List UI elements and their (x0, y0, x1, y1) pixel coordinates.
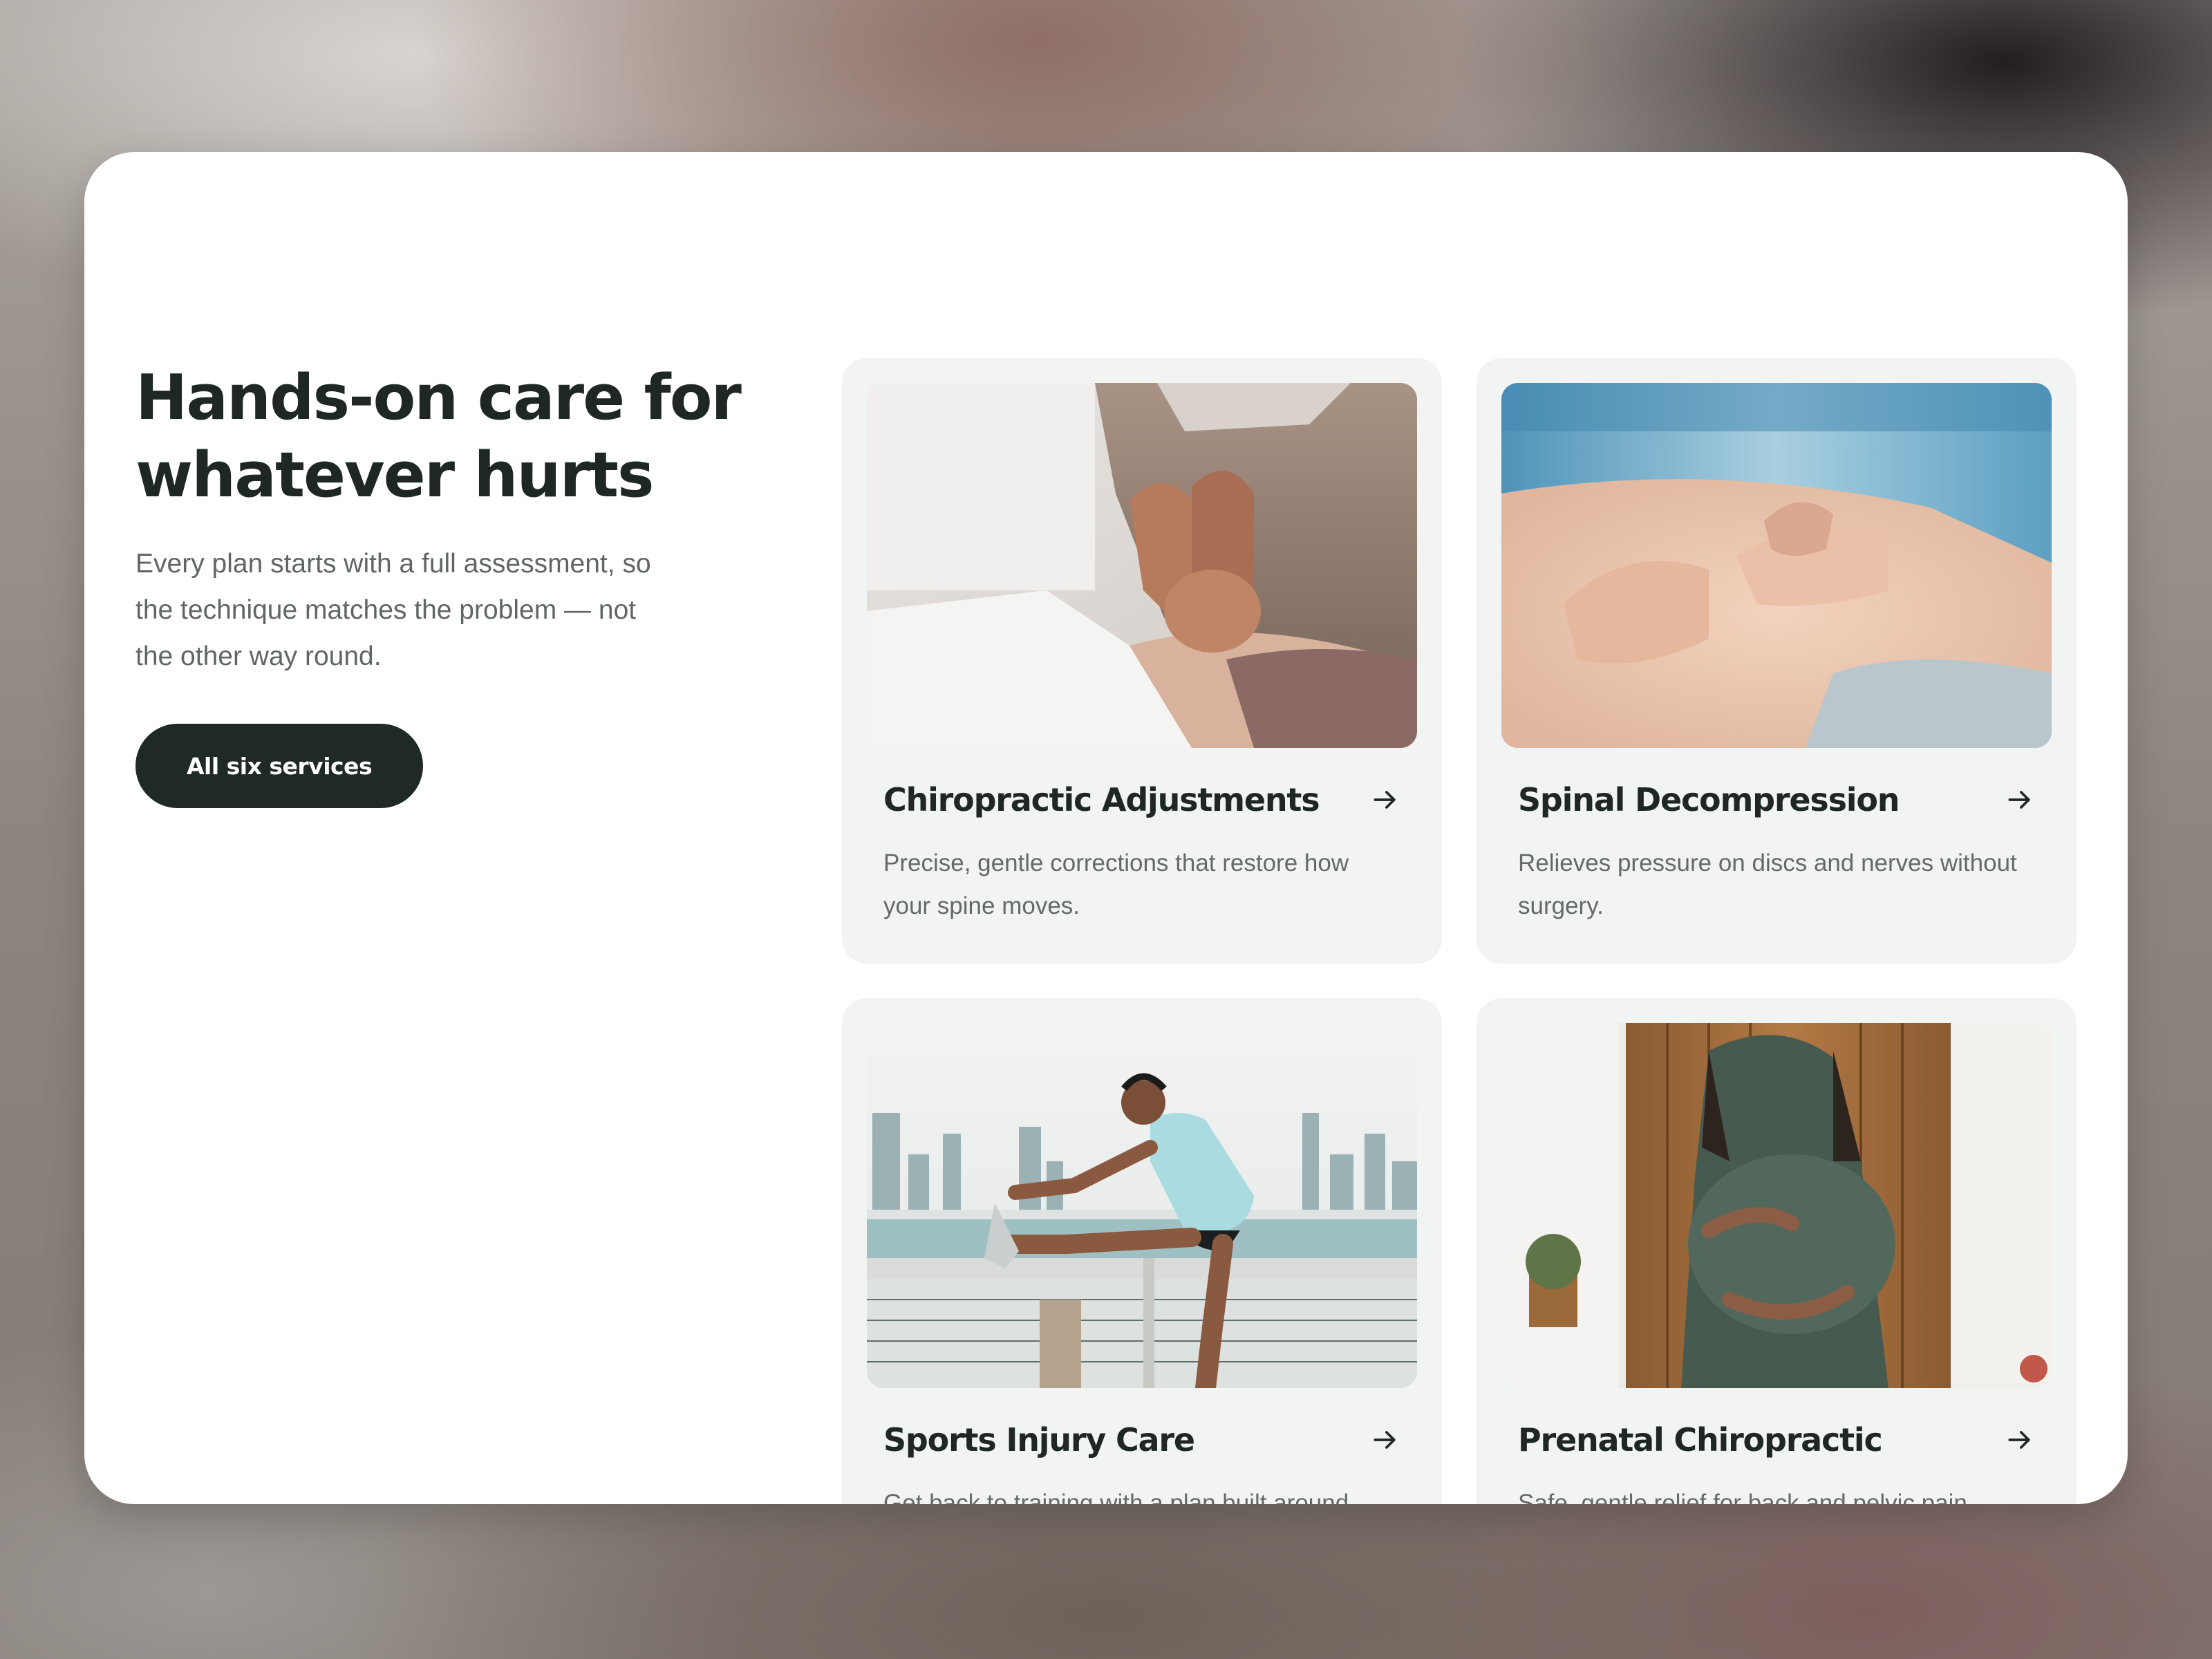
page-title: Hands-on care for whatever hurts (135, 362, 742, 512)
sports-injury-photo (867, 1023, 1417, 1388)
spinal-decompression-photo (1501, 383, 2052, 748)
arrow-right-icon[interactable] (1370, 785, 1400, 815)
arrow-right-icon[interactable] (1370, 1425, 1400, 1455)
intro-section: Hands-on care for whatever hurts Every p… (135, 359, 758, 808)
service-title-row: Chiropractic Adjustments (883, 781, 1400, 818)
service-description: Get back to training with a plan built a… (883, 1490, 1349, 1504)
service-card-prenatal-chiropractic[interactable]: Prenatal Chiropractic Safe, gentle relie… (1477, 998, 2077, 1504)
service-description: Safe, gentle relief for back and pelvic … (1518, 1490, 1967, 1504)
service-card-chiropractic-adjustments[interactable]: Chiropractic Adjustments Precise, gentle… (842, 358, 1442, 964)
page-window: Hands-on care for whatever hurts Every p… (84, 152, 2128, 1504)
arrow-right-icon[interactable] (2005, 785, 2035, 815)
service-description: Relieves pressure on discs and nerves wi… (1518, 850, 2017, 919)
intro-description: Every plan starts with a full assessment… (135, 549, 651, 671)
service-title: Chiropractic Adjustments (883, 781, 1320, 818)
arrow-right-icon[interactable] (2005, 1425, 2035, 1455)
service-card-spinal-decompression[interactable]: Spinal Decompression Relieves pressure o… (1477, 358, 2077, 964)
service-title: Sports Injury Care (883, 1421, 1195, 1459)
prenatal-chiropractic-photo (1501, 1023, 2052, 1388)
service-card-sports-injury-care[interactable]: Sports Injury Care Get back to training … (842, 998, 1442, 1504)
service-title: Prenatal Chiropractic (1518, 1421, 1883, 1459)
service-title-row: Sports Injury Care (883, 1421, 1400, 1459)
all-services-button[interactable]: All six services (135, 724, 424, 808)
chiropractic-adjustment-photo (867, 383, 1417, 748)
service-description: Precise, gentle corrections that restore… (883, 850, 1349, 919)
service-title: Spinal Decompression (1518, 781, 1900, 818)
service-title-row: Prenatal Chiropractic (1518, 1421, 2035, 1459)
service-title-row: Spinal Decompression (1518, 781, 2035, 818)
